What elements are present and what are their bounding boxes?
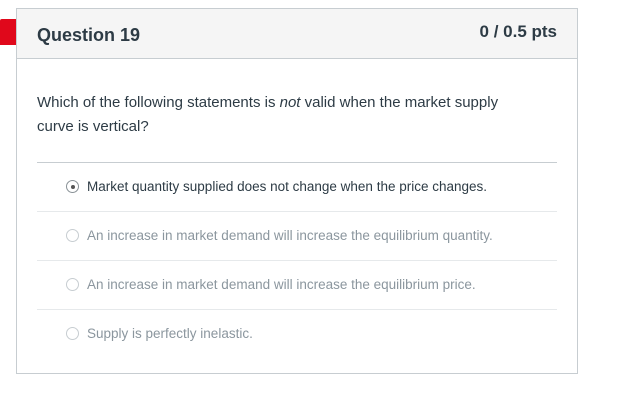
question-points: 0 / 0.5 pts: [479, 22, 557, 41]
radio-unselected-icon[interactable]: [66, 327, 79, 340]
answer-option[interactable]: Market quantity supplied does not change…: [37, 163, 557, 212]
question-card: Question 19 0 / 0.5 pts Which of the fol…: [16, 8, 578, 374]
answer-list: Market quantity supplied does not change…: [37, 162, 557, 358]
radio-selected-icon[interactable]: [66, 180, 79, 193]
radio-unselected-icon[interactable]: [66, 229, 79, 242]
question-text-emphasis: not: [279, 94, 301, 111]
question-body: Which of the following statements is not…: [17, 91, 577, 358]
answer-option[interactable]: Supply is perfectly inelastic.: [37, 310, 557, 358]
answer-option[interactable]: An increase in market demand will increa…: [37, 261, 557, 310]
radio-unselected-icon[interactable]: [66, 278, 79, 291]
question-text: Which of the following statements is not…: [37, 91, 537, 139]
question-title: Question 19: [37, 25, 141, 45]
answer-label: Supply is perfectly inelastic.: [87, 326, 253, 341]
question-text-prefix: Which of the following statements is: [37, 94, 280, 111]
answer-label: An increase in market demand will increa…: [87, 277, 476, 292]
answer-label: Market quantity supplied does not change…: [87, 179, 488, 194]
answer-label: An increase in market demand will increa…: [87, 228, 493, 243]
question-header: Question 19 0 / 0.5 pts: [17, 9, 577, 59]
answer-option[interactable]: An increase in market demand will increa…: [37, 212, 557, 261]
